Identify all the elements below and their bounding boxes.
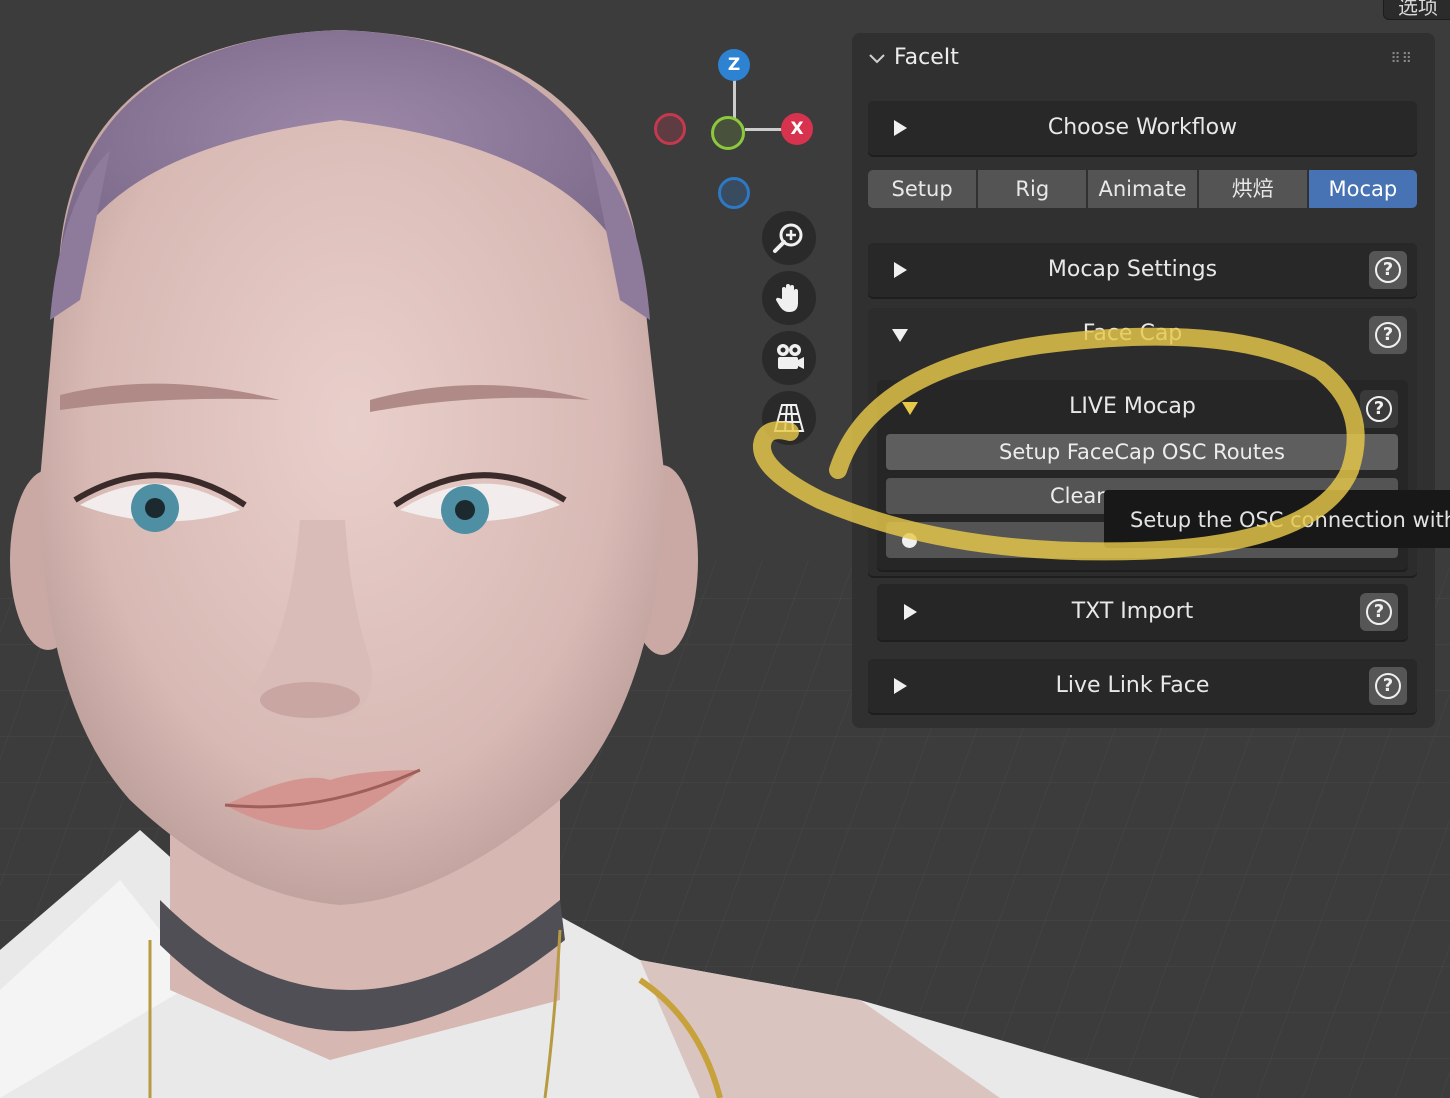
tooltip: Setup the OSC connection with bbox=[1104, 490, 1450, 548]
choose-workflow-button[interactable]: Choose Workflow bbox=[868, 101, 1417, 155]
txt-import-section[interactable]: TXT Import ? bbox=[877, 584, 1408, 640]
help-icon: ? bbox=[1375, 673, 1401, 699]
drag-handle-icon[interactable]: ⠿⠿ bbox=[1390, 51, 1413, 67]
gizmo-z[interactable]: Z bbox=[718, 49, 750, 81]
chevron-down-icon bbox=[869, 54, 885, 64]
panel-title: FaceIt bbox=[894, 45, 959, 70]
tab-animate[interactable]: Animate bbox=[1088, 170, 1197, 208]
txt-import-label: TXT Import bbox=[1071, 599, 1194, 624]
camera-button[interactable] bbox=[762, 331, 816, 385]
live-link-face-label: Live Link Face bbox=[1055, 673, 1210, 698]
perspective-grid-icon bbox=[773, 404, 805, 432]
mocap-settings-help-button[interactable]: ? bbox=[1369, 251, 1407, 289]
options-button[interactable]: 选项 bbox=[1383, 0, 1450, 20]
help-icon: ? bbox=[1366, 396, 1392, 422]
gizmo-z-axis-line bbox=[733, 80, 736, 120]
gizmo-y[interactable] bbox=[711, 116, 745, 150]
choose-workflow-label: Choose Workflow bbox=[1047, 115, 1238, 140]
face-cap-header[interactable]: Face Cap ? bbox=[868, 308, 1417, 362]
camera-icon bbox=[777, 344, 804, 369]
live-mocap-label: LIVE Mocap bbox=[1069, 394, 1196, 419]
panel-header[interactable]: FaceIt ⠿⠿ bbox=[852, 33, 1435, 85]
help-icon: ? bbox=[1366, 599, 1392, 625]
gizmo-x-axis-line bbox=[745, 128, 783, 131]
live-link-face-help-button[interactable]: ? bbox=[1369, 667, 1407, 705]
gizmo-negative-z[interactable] bbox=[718, 177, 750, 209]
gizmo-negative-x[interactable] bbox=[654, 113, 686, 145]
tab-rig[interactable]: Rig bbox=[978, 170, 1087, 208]
toggle-dot-icon bbox=[902, 533, 917, 548]
zoom-icon bbox=[773, 223, 803, 253]
pan-button[interactable] bbox=[762, 271, 816, 325]
face-cap-label: Face Cap bbox=[1082, 321, 1183, 346]
workflow-tabs: Setup Rig Animate 烘焙 Mocap bbox=[868, 170, 1418, 208]
mocap-settings-section[interactable]: Mocap Settings ? bbox=[868, 243, 1417, 297]
help-icon: ? bbox=[1375, 257, 1401, 283]
setup-facecap-osc-routes-button[interactable]: Setup FaceCap OSC Routes bbox=[886, 434, 1398, 470]
tab-setup[interactable]: Setup bbox=[868, 170, 977, 208]
perspective-toggle-button[interactable] bbox=[762, 391, 816, 445]
live-mocap-header[interactable]: LIVE Mocap ? bbox=[877, 380, 1408, 432]
live-mocap-help-button[interactable]: ? bbox=[1360, 390, 1398, 428]
txt-import-help-button[interactable]: ? bbox=[1360, 593, 1398, 631]
tab-mocap[interactable]: Mocap bbox=[1308, 170, 1418, 208]
gizmo-x[interactable]: X bbox=[781, 113, 813, 145]
hand-pan-icon bbox=[775, 284, 798, 312]
zoom-button[interactable] bbox=[762, 211, 816, 265]
help-icon: ? bbox=[1375, 322, 1401, 348]
face-cap-help-button[interactable]: ? bbox=[1369, 316, 1407, 354]
live-link-face-section[interactable]: Live Link Face ? bbox=[868, 659, 1417, 713]
mocap-settings-label: Mocap Settings bbox=[1047, 257, 1218, 282]
tab-bake[interactable]: 烘焙 bbox=[1198, 170, 1307, 208]
